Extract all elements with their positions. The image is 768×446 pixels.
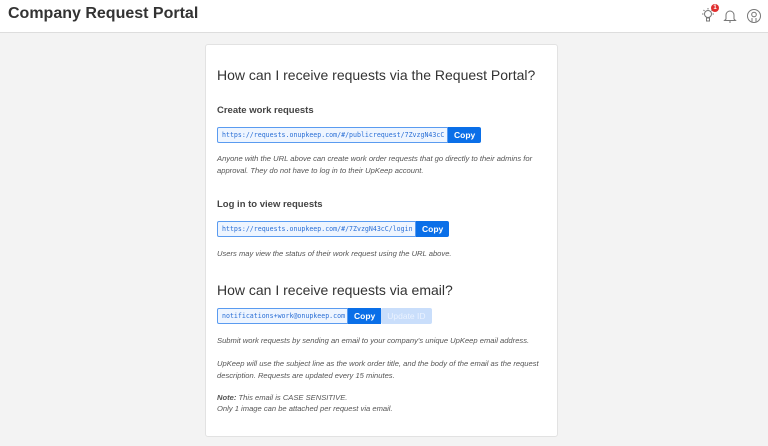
create-requests-label: Create work requests (217, 105, 314, 116)
email-description-2: UpKeep will use the subject line as the … (217, 359, 539, 380)
update-id-button[interactable]: Update ID (381, 308, 432, 324)
copy-public-url-button[interactable]: Copy (448, 127, 482, 143)
email-address-field[interactable]: notifications+work@onupkeep.com (217, 308, 348, 324)
top-bar: Company Request Portal 1 (0, 0, 768, 33)
login-description: Users may view the status of their work … (217, 249, 452, 258)
email-heading: How can I receive requests via email? (217, 282, 453, 298)
email-image-limit: Only 1 image can be attached per request… (217, 404, 393, 413)
public-request-url-field[interactable]: https://requests.onupkeep.com/#/publicre… (217, 127, 448, 143)
portal-heading: How can I receive requests via the Reque… (217, 67, 536, 83)
request-portal-card: How can I receive requests via the Reque… (205, 44, 558, 437)
copy-email-button[interactable]: Copy (348, 308, 382, 324)
create-requests-description: Anyone with the URL above can create wor… (217, 154, 533, 175)
bell-icon[interactable] (723, 8, 737, 24)
login-requests-label: Log in to view requests (217, 199, 323, 210)
email-description-1: Submit work requests by sending an email… (217, 336, 530, 345)
user-profile-icon[interactable] (746, 8, 762, 24)
note-text: This email is CASE SENSITIVE. (236, 393, 348, 402)
page-title: Company Request Portal (8, 5, 199, 22)
login-url-field[interactable]: https://requests.onupkeep.com/#/7ZvzgN43… (217, 221, 416, 237)
copy-login-url-button[interactable]: Copy (416, 221, 450, 237)
note-label: Note: (217, 393, 237, 402)
notification-badge: 1 (711, 4, 719, 12)
